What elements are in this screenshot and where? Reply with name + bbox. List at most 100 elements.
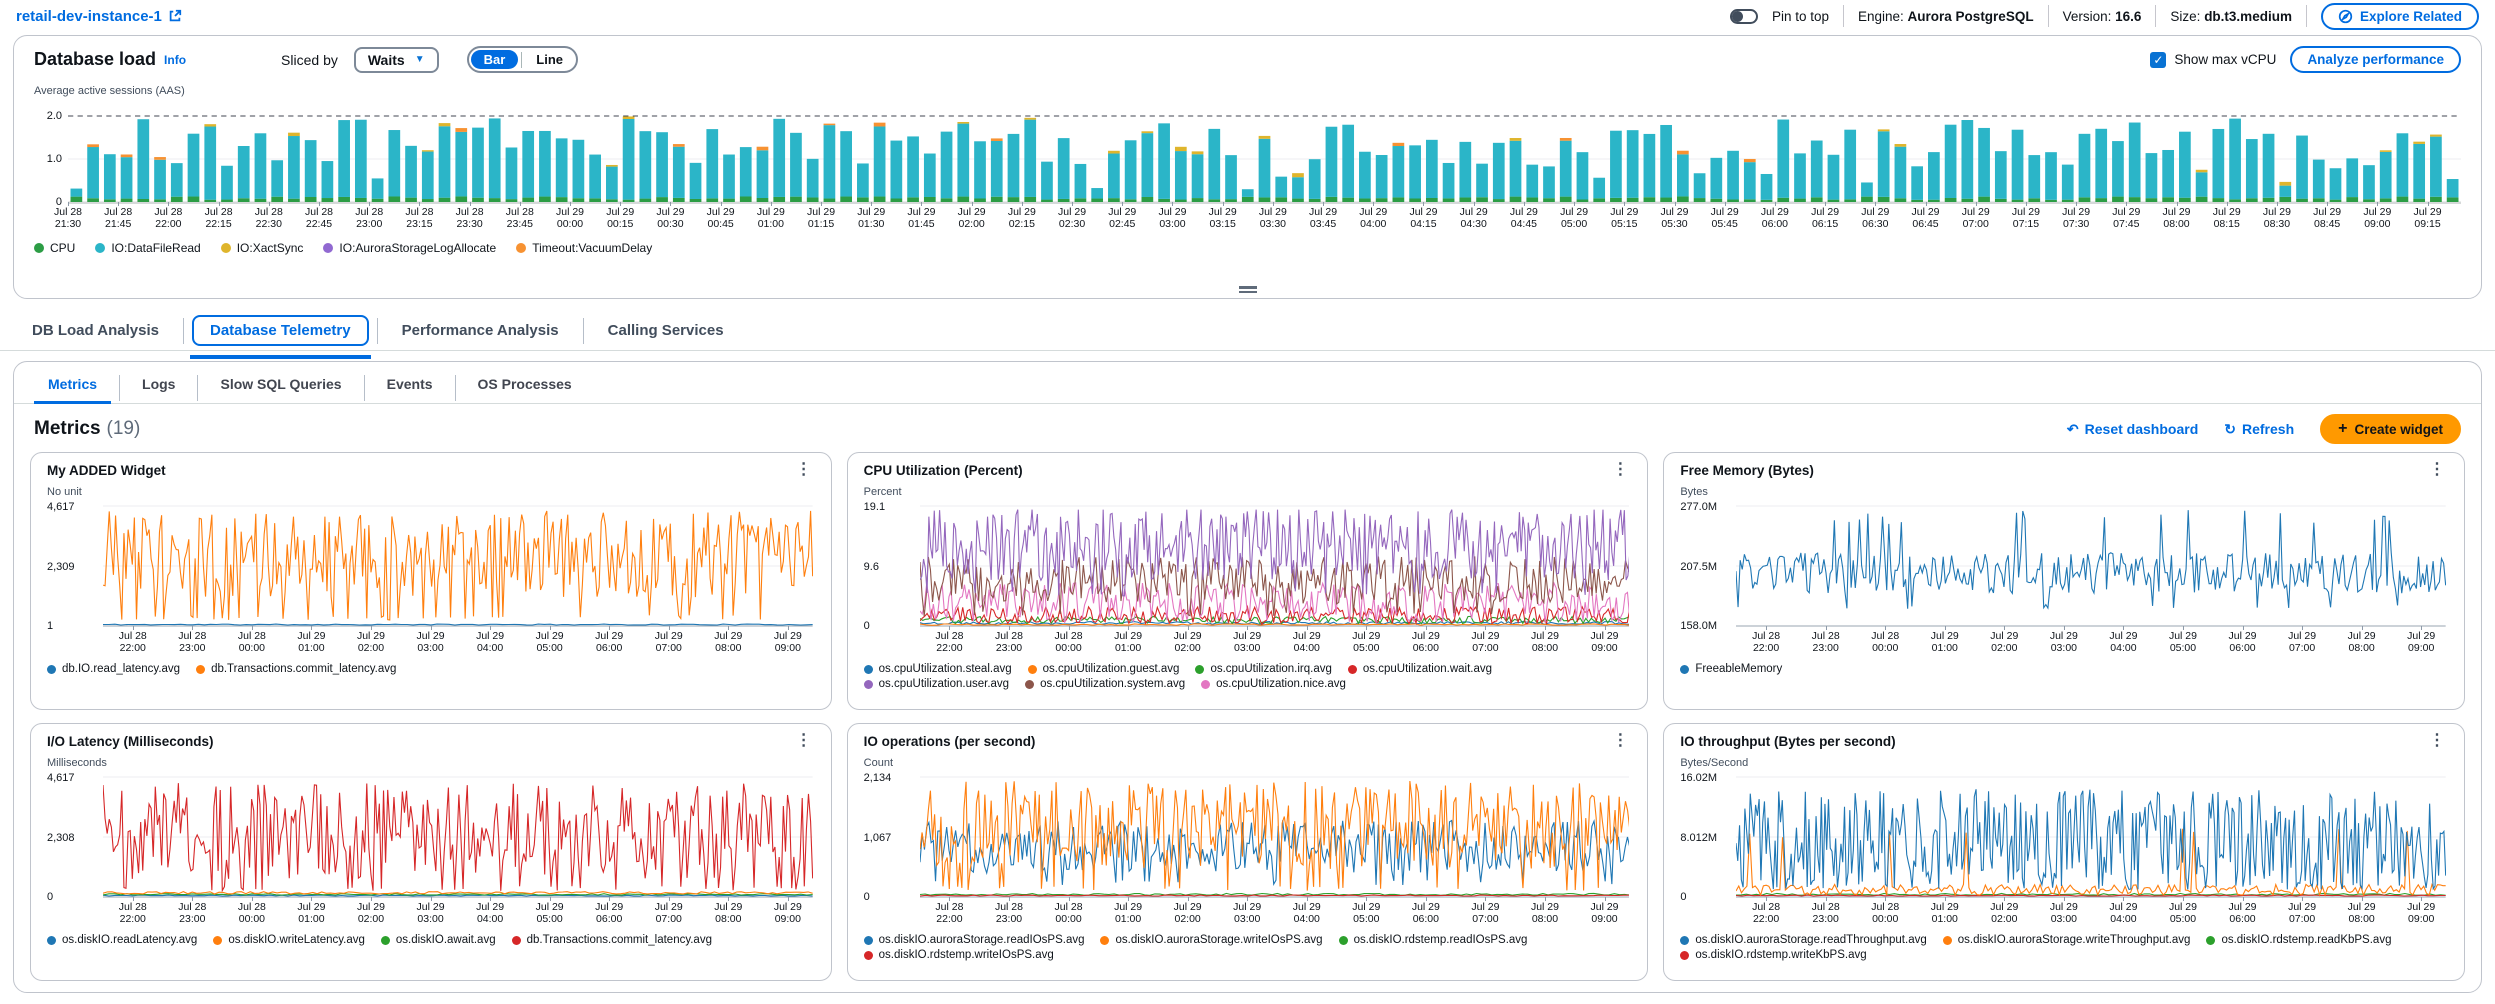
legend-item-os-diskio-rdstemp-writeiosps-avg[interactable]: os.diskIO.rdstemp.writeIOsPS.avg [864,949,1054,961]
db-load-chart-plot[interactable]: 2.01.00 [68,101,2461,204]
widget-chart-plot[interactable] [920,775,1630,899]
widget-xtick: Jul 2903:00 [1233,901,1261,925]
legend-item-os-diskio-await-avg[interactable]: os.diskIO.await.avg [381,934,496,946]
line-option[interactable]: Line [525,50,574,69]
legend-dot [1680,936,1689,945]
subtab-slow-sql-queries[interactable]: Slow SQL Queries [206,372,355,404]
create-widget-button[interactable]: +Create widget [2320,414,2461,444]
tab-performance-analysis[interactable]: Performance Analysis [386,317,575,344]
legend-item-os-diskio-aurorastorage-writethroughput-avg[interactable]: os.diskIO.auroraStorage.writeThroughput.… [1943,934,2191,946]
legend-label: db.Transactions.commit_latency.avg [527,934,712,946]
legend-label: os.diskIO.auroraStorage.writeThroughput.… [1958,934,2191,946]
subtab-events[interactable]: Events [373,372,447,404]
app-title-link[interactable]: retail-dev-instance-1 [16,8,182,25]
aas-xtick: Jul 2900:15 [606,206,634,230]
widget-chart-plot[interactable] [1736,775,2446,899]
legend-item-db-transactions-commit-latency-avg[interactable]: db.Transactions.commit_latency.avg [196,663,396,675]
refresh-button[interactable]: ↻Refresh [2224,421,2294,438]
widget-xtick: Jul 2823:00 [1812,630,1840,654]
pin-to-top-toggle[interactable] [1730,9,1758,24]
info-link[interactable]: Info [164,53,186,67]
aas-xtick: Jul 2823:00 [355,206,383,230]
show-max-vcpu-checkbox[interactable]: ✓ [2150,52,2166,68]
widget-ytick: 0 [47,891,53,903]
widget-chart-plot[interactable] [103,775,813,899]
top-bar: retail-dev-instance-1 Pin to top Engine:… [0,0,2495,32]
subtab-logs[interactable]: Logs [128,372,189,404]
legend-dot [1028,665,1037,674]
aas-xtick: Jul 2901:00 [757,206,785,230]
explore-related-label: Explore Related [2360,9,2462,24]
tab-divider [455,375,456,401]
explore-related-button[interactable]: Explore Related [2321,3,2479,30]
widget-chart-xaxis: Jul 2822:00Jul 2823:00Jul 2800:00Jul 290… [103,901,813,928]
widget-chart-plot[interactable] [920,504,1630,628]
widget-chart-plot[interactable] [103,504,813,628]
legend-item-os-diskio-rdstemp-writekbps-avg[interactable]: os.diskIO.rdstemp.writeKbPS.avg [1680,949,1866,961]
kebab-menu-icon[interactable]: ⋮ [793,463,815,477]
legend-item-os-cpuutilization-guest-avg[interactable]: os.cpuUtilization.guest.avg [1028,663,1180,675]
legend-item-db-io-read-latency-avg[interactable]: db.IO.read_latency.avg [47,663,180,675]
tab-database-telemetry[interactable]: Database Telemetry [192,315,369,346]
kebab-menu-icon[interactable]: ⋮ [1609,734,1631,748]
analyze-performance-button[interactable]: Analyze performance [2290,46,2461,73]
bar-option[interactable]: Bar [471,50,519,69]
tab-calling-services[interactable]: Calling Services [592,317,740,344]
widget-ytick: 1,067 [864,832,892,844]
aas-xtick: Jul 2904:15 [1409,206,1437,230]
divider [2048,5,2049,27]
legend-item-io-xactsync[interactable]: IO:XactSync [221,241,304,255]
legend-item-os-diskio-rdstemp-readiosps-avg[interactable]: os.diskIO.rdstemp.readIOsPS.avg [1339,934,1528,946]
subtab-metrics[interactable]: Metrics [34,372,111,404]
tab-divider [583,318,584,344]
widget-ytick: 0 [864,891,870,903]
main-tabs: DB Load Analysis Database Telemetry Perfor… [0,299,2495,351]
subtab-os-processes[interactable]: OS Processes [464,372,586,404]
legend-item-os-diskio-writelatency-avg[interactable]: os.diskIO.writeLatency.avg [213,934,365,946]
legend-item-freeablememory[interactable]: FreeableMemory [1680,663,1782,675]
slice-select-value: Waits [368,52,405,68]
widget-xtick: Jul 2906:00 [595,901,623,925]
widget-xtick: Jul 2908:00 [714,630,742,654]
legend-item-os-cpuutilization-user-avg[interactable]: os.cpuUtilization.user.avg [864,678,1009,690]
legend-item-db-transactions-commit-latency-avg[interactable]: db.Transactions.commit_latency.avg [512,934,712,946]
legend-item-os-diskio-aurorastorage-readthroughput-avg[interactable]: os.diskIO.auroraStorage.readThroughput.a… [1680,934,1926,946]
resize-drag-handle[interactable] [1239,284,1257,295]
legend-item-os-cpuutilization-system-avg[interactable]: os.cpuUtilization.system.avg [1025,678,1185,690]
legend-item-os-cpuutilization-nice-avg[interactable]: os.cpuUtilization.nice.avg [1201,678,1346,690]
legend-item-os-diskio-aurorastorage-readiosps-avg[interactable]: os.diskIO.auroraStorage.readIOsPS.avg [864,934,1085,946]
kebab-menu-icon[interactable]: ⋮ [2426,463,2448,477]
slice-select[interactable]: Waits ▼ [354,47,439,73]
tab-divider [183,318,184,344]
kebab-menu-icon[interactable]: ⋮ [793,734,815,748]
widget-chart-plot[interactable] [1736,504,2446,628]
legend-label: os.cpuUtilization.user.avg [879,678,1009,690]
metrics-count: (19) [107,418,141,440]
legend-item-os-diskio-readlatency-avg[interactable]: os.diskIO.readLatency.avg [47,934,197,946]
legend-label: os.diskIO.await.avg [396,934,496,946]
widget-ytick: 207.5M [1680,561,1717,573]
legend-item-io-aurorastoragelogallocate[interactable]: IO:AuroraStorageLogAllocate [323,241,496,255]
legend-item-os-cpuutilization-irq-avg[interactable]: os.cpuUtilization.irq.avg [1195,663,1331,675]
kebab-menu-icon[interactable]: ⋮ [2426,734,2448,748]
legend-item-os-diskio-rdstemp-readkbps-avg[interactable]: os.diskIO.rdstemp.readKbPS.avg [2206,934,2391,946]
widget-xtick: Jul 2901:00 [1114,901,1142,925]
legend-item-cpu[interactable]: CPU [34,241,75,255]
widget-xtick: Jul 2902:00 [1990,630,2018,654]
legend-item-os-diskio-aurorastorage-writeiosps-avg[interactable]: os.diskIO.auroraStorage.writeIOsPS.avg [1100,934,1322,946]
legend-item-os-cpuutilization-wait-avg[interactable]: os.cpuUtilization.wait.avg [1348,663,1492,675]
widget-xtick: Jul 2901:00 [297,901,325,925]
kebab-menu-icon[interactable]: ⋮ [1609,463,1631,477]
sliced-by-label: Sliced by [281,52,338,68]
legend-item-os-cpuutilization-steal-avg[interactable]: os.cpuUtilization.steal.avg [864,663,1012,675]
tab-divider [119,375,120,401]
widget-xtick: Jul 2904:00 [476,901,504,925]
legend-item-io-datafileread[interactable]: IO:DataFileRead [95,241,200,255]
aas-xtick: Jul 2903:00 [1158,206,1186,230]
pin-to-top-label: Pin to top [1772,9,1829,24]
reset-dashboard-button[interactable]: ↶Reset dashboard [2067,421,2198,438]
tab-db-load-analysis[interactable]: DB Load Analysis [16,317,175,344]
widget-io-operations-per-second: IO operations (per second)⋮Count2,1341,0… [847,723,1649,981]
widget-title: CPU Utilization (Percent) [864,463,1023,478]
legend-item-timeout-vacuumdelay[interactable]: Timeout:VacuumDelay [516,241,652,255]
